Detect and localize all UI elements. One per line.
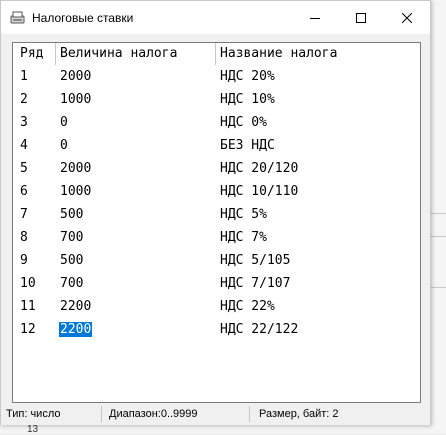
- row-number: 4: [20, 138, 28, 153]
- column-header-amount[interactable]: Величина налога: [60, 46, 177, 61]
- table-row[interactable]: 11 2200 НДС 22%: [13, 297, 420, 317]
- row-number: 12: [20, 322, 36, 337]
- tax-name-cell[interactable]: НДС 10/110: [220, 184, 298, 199]
- tax-amount-cell[interactable]: 2200: [60, 299, 91, 314]
- tax-amount-cell-selected[interactable]: 2200: [59, 322, 93, 337]
- tax-name-cell[interactable]: НДС 22/122: [220, 322, 298, 337]
- tax-name-cell[interactable]: НДС 5/105: [220, 253, 290, 268]
- tax-amount-cell[interactable]: 700: [60, 230, 83, 245]
- row-number: 8: [20, 230, 28, 245]
- minimize-icon: [310, 17, 320, 19]
- tax-table[interactable]: Ряд Величина налога Название налога 1 20…: [12, 42, 421, 403]
- row-number: 7: [20, 207, 28, 222]
- column-divider[interactable]: [215, 43, 216, 65]
- tax-rates-window: Налоговые ставки Ряд Величина налога Наз…: [0, 0, 431, 425]
- tax-amount-cell[interactable]: 500: [60, 207, 83, 222]
- status-size: Размер, байт: 2: [259, 408, 339, 420]
- tax-amount-cell[interactable]: 700: [60, 276, 83, 291]
- table-row[interactable]: 8 700 НДС 7%: [13, 228, 420, 248]
- row-number: 3: [20, 115, 28, 130]
- app-icon: [10, 11, 25, 24]
- tax-name-cell[interactable]: НДС 22%: [220, 299, 275, 314]
- table-row[interactable]: 10 700 НДС 7/107: [13, 274, 420, 294]
- row-number: 9: [20, 253, 28, 268]
- column-header-row[interactable]: Ряд: [20, 46, 43, 61]
- tax-amount-cell[interactable]: 500: [60, 253, 83, 268]
- table-row[interactable]: 1 2000 НДС 20%: [13, 67, 420, 87]
- tax-name-cell[interactable]: НДС 10%: [220, 92, 275, 107]
- row-number: 11: [20, 299, 36, 314]
- window-title: Налоговые ставки: [32, 11, 134, 25]
- tax-name-cell[interactable]: НДС 20%: [220, 69, 275, 84]
- tax-amount-cell[interactable]: 1000: [60, 184, 91, 199]
- tax-name-cell[interactable]: НДС 20/120: [220, 161, 298, 176]
- minimize-button[interactable]: [292, 1, 338, 34]
- table-row[interactable]: 4 0 БЕЗ НДС: [13, 136, 420, 156]
- tax-amount-cell[interactable]: 1000: [60, 92, 91, 107]
- status-type: Тип: число: [6, 408, 61, 420]
- background-app-edge: [431, 0, 446, 433]
- title-bar[interactable]: Налоговые ставки: [1, 1, 430, 34]
- background-divider: [431, 236, 446, 237]
- table-row[interactable]: 5 2000 НДС 20/120: [13, 159, 420, 179]
- status-range: Диапазон:0..9999: [109, 408, 198, 420]
- row-number: 2: [20, 92, 28, 107]
- tax-name-cell[interactable]: НДС 7/107: [220, 276, 290, 291]
- tax-name-cell[interactable]: НДС 0%: [220, 115, 267, 130]
- table-row[interactable]: 3 0 НДС 0%: [13, 113, 420, 133]
- tax-name-cell[interactable]: НДС 5%: [220, 207, 267, 222]
- close-button[interactable]: [384, 1, 430, 34]
- tax-name-cell[interactable]: БЕЗ НДС: [220, 138, 275, 153]
- table-row-selected[interactable]: 12 2200 НДС 22/122: [13, 320, 420, 340]
- row-number: 1: [20, 69, 28, 84]
- maximize-icon: [356, 12, 366, 23]
- status-divider: [249, 406, 250, 422]
- tax-amount-cell[interactable]: 0: [60, 115, 68, 130]
- background-divider: [431, 213, 446, 214]
- table-row[interactable]: 2 1000 НДС 10%: [13, 90, 420, 110]
- table-row[interactable]: 9 500 НДС 5/105: [13, 251, 420, 271]
- background-number: 13: [27, 424, 39, 435]
- row-number: 10: [20, 276, 36, 291]
- status-divider: [101, 406, 102, 422]
- column-divider[interactable]: [55, 43, 56, 65]
- tax-amount-cell[interactable]: 0: [60, 138, 68, 153]
- maximize-button[interactable]: [338, 1, 384, 34]
- row-number: 6: [20, 184, 28, 199]
- table-row[interactable]: 6 1000 НДС 10/110: [13, 182, 420, 202]
- table-header: Ряд Величина налога Название налога: [13, 43, 420, 65]
- row-number: 5: [20, 161, 28, 176]
- status-bar: Тип: число Диапазон:0..9999 Размер, байт…: [1, 404, 430, 425]
- close-icon: [402, 12, 412, 23]
- table-row[interactable]: 7 500 НДС 5%: [13, 205, 420, 225]
- tax-amount-cell[interactable]: 2000: [60, 69, 91, 84]
- background-app-bottom: [0, 425, 446, 433]
- background-divider: [431, 287, 446, 288]
- tax-name-cell[interactable]: НДС 7%: [220, 230, 267, 245]
- tax-amount-cell[interactable]: 2000: [60, 161, 91, 176]
- column-header-name[interactable]: Название налога: [220, 46, 337, 61]
